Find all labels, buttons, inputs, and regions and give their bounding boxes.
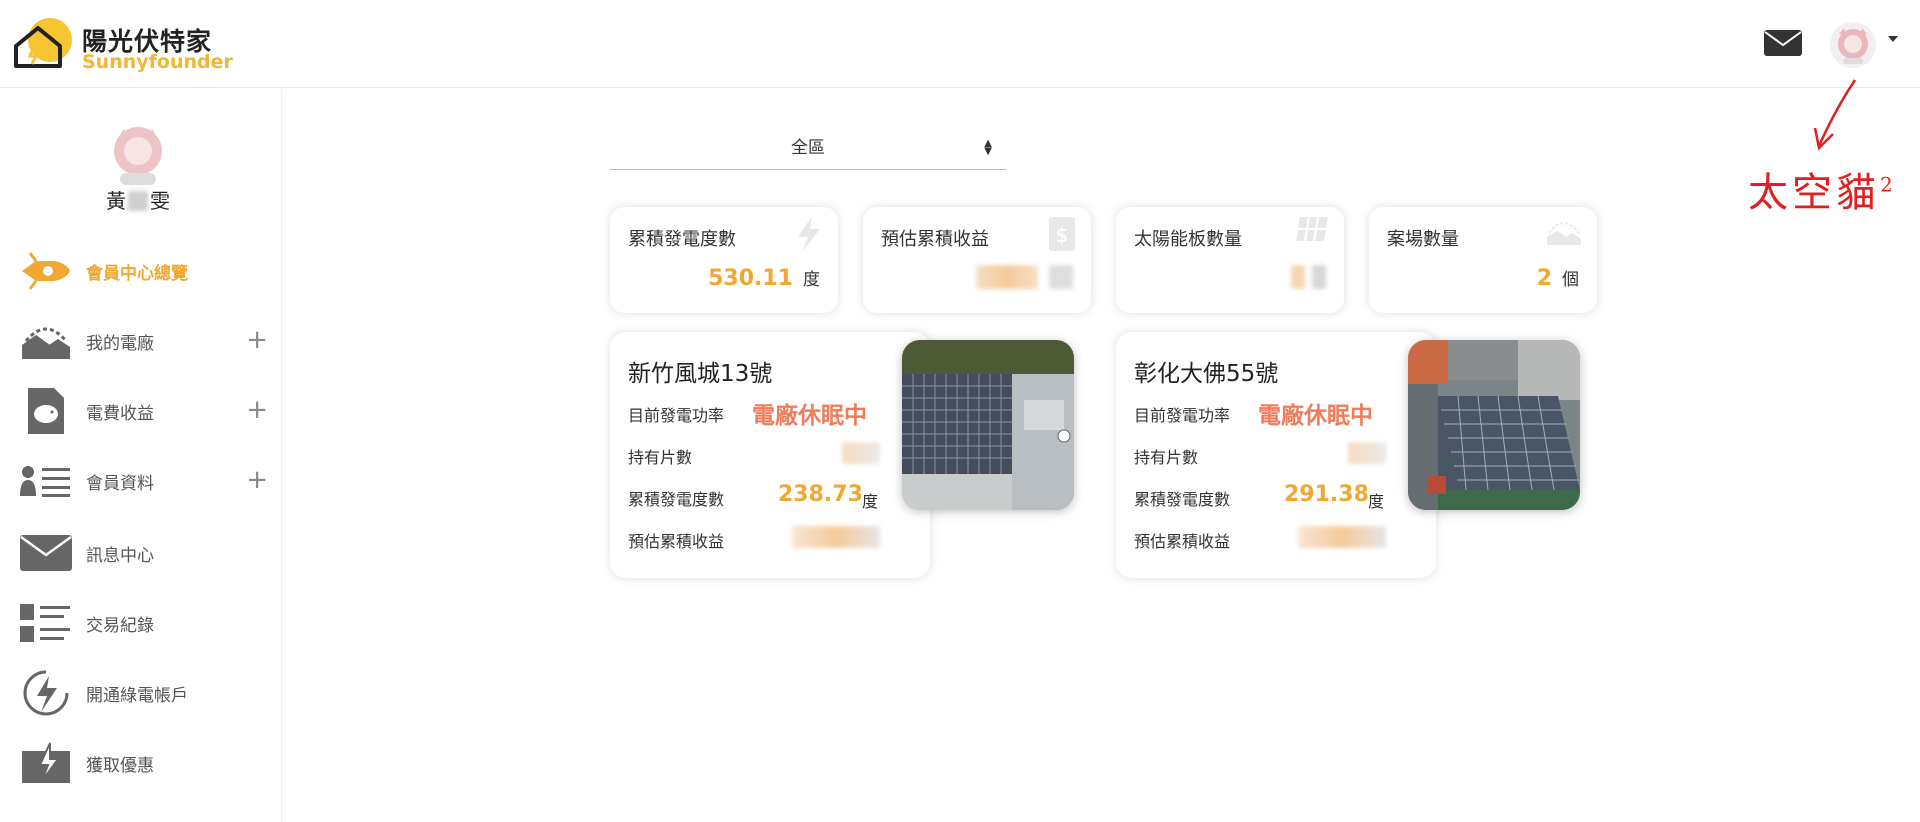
sidebar-item-label: 開通綠電帳戶 <box>86 685 188 706</box>
plant-photo-hsinchu <box>902 340 1074 510</box>
plant-status: 電廠休眠中 <box>752 403 867 429</box>
energy-label: 累積發電度數 <box>628 490 725 509</box>
lightning-icon <box>798 216 820 252</box>
solar-house-icon <box>18 313 74 369</box>
stat-card-revenue: 預估累積收益 $ <box>863 207 1091 313</box>
stat-value-hidden <box>975 265 1073 294</box>
site-icon <box>1547 222 1581 245</box>
sidebar-item-label: 電費收益 <box>86 403 154 424</box>
sidebar-item-revenue[interactable]: 電費收益 + <box>18 381 276 441</box>
sidebar-item-green-power[interactable]: 開通綠電帳戶 <box>18 663 276 723</box>
stat-title: 累積發電度數 <box>628 229 736 250</box>
app-subtitle: Sunnyfounder <box>82 51 233 73</box>
sidebar-item-transactions[interactable]: 交易紀錄 <box>18 593 276 653</box>
sidebar: 黃雯 會員中心總覽 我的電廠 + 電費收益 + 會員資料 + 訊息中心 交易紀錄… <box>0 89 282 822</box>
sidebar-item-label: 交易紀錄 <box>86 615 154 636</box>
stat-title: 預估累積收益 <box>881 229 989 250</box>
expand-plus-icon[interactable]: + <box>246 467 268 493</box>
sidebar-item-label: 會員中心總覽 <box>86 263 188 284</box>
power-label: 目前發電功率 <box>1134 406 1231 425</box>
transaction-list-icon <box>18 595 74 651</box>
stat-value: 2個 <box>1536 266 1579 291</box>
user-avatar[interactable] <box>1830 22 1876 68</box>
plant-card-hsinchu[interactable]: 新竹風城13號 目前發電功率 電廠休眠中 持有片數 累積發電度數 238.73 … <box>610 332 930 578</box>
top-bar: 陽光伏特家 Sunnyfounder <box>0 0 1920 88</box>
svg-text:$: $ <box>1056 223 1069 247</box>
revenue-value-hidden <box>1298 526 1386 548</box>
coupon-icon <box>18 735 74 791</box>
expand-plus-icon[interactable]: + <box>246 327 268 353</box>
sidebar-item-label: 訊息中心 <box>86 545 154 566</box>
sidebar-item-label: 我的電廠 <box>86 333 154 354</box>
annotation-text: 太空貓2 <box>1748 170 1897 216</box>
panels-label: 持有片數 <box>628 448 693 467</box>
panels-value-hidden <box>842 442 880 464</box>
plant-status: 電廠休眠中 <box>1258 403 1373 429</box>
revenue-label: 預估累積收益 <box>628 532 725 551</box>
region-select[interactable]: 全區 ▲ ▼ <box>610 130 1006 170</box>
plant-name: 彰化大佛55號 <box>1134 361 1279 387</box>
power-label: 目前發電功率 <box>628 406 725 425</box>
sidebar-item-member-info[interactable]: 會員資料 + <box>18 451 276 511</box>
stat-title: 太陽能板數量 <box>1134 229 1242 250</box>
stat-card-panels: 太陽能板數量 <box>1116 207 1344 313</box>
sidebar-item-messages[interactable]: 訊息中心 <box>18 523 276 583</box>
energy-value: 291.38 <box>1284 482 1369 507</box>
energy-label: 累積發電度數 <box>1134 490 1231 509</box>
mail-icon <box>18 525 74 581</box>
solar-panel-icon <box>1296 216 1328 242</box>
brand-logo[interactable]: 陽光伏特家 Sunnyfounder <box>12 16 233 73</box>
select-sort-icon: ▲ ▼ <box>984 138 992 157</box>
sidebar-item-label: 會員資料 <box>86 473 154 494</box>
house-sun-logo-icon <box>14 18 72 68</box>
stat-card-sites: 案場數量 2個 <box>1369 207 1597 313</box>
sidebar-username: 黃雯 <box>106 189 170 213</box>
rocket-icon <box>18 243 74 299</box>
revenue-label: 預估累積收益 <box>1134 532 1231 551</box>
plant-photo-changhua <box>1408 340 1580 510</box>
revenue-value-hidden <box>792 526 880 548</box>
expand-plus-icon[interactable]: + <box>246 397 268 423</box>
mail-icon[interactable] <box>1764 30 1802 56</box>
stat-card-energy: 累積發電度數 530.11 度 <box>610 207 838 313</box>
energy-unit: 度 <box>1368 492 1385 511</box>
member-list-icon <box>18 453 74 509</box>
sidebar-avatar <box>114 127 162 185</box>
user-menu-caret-icon[interactable] <box>1888 36 1898 42</box>
annotation-arrow-icon <box>1813 79 1857 151</box>
panels-label: 持有片數 <box>1134 448 1199 467</box>
plant-card-changhua[interactable]: 彰化大佛55號 目前發電功率 電廠休眠中 持有片數 累積發電度數 291.38 … <box>1116 332 1436 578</box>
sidebar-item-overview[interactable]: 會員中心總覽 <box>18 241 276 301</box>
energy-value: 238.73 <box>778 482 863 507</box>
plant-name: 新竹風城13號 <box>628 361 773 387</box>
sidebar-item-label: 獲取優惠 <box>86 755 154 776</box>
stat-value-hidden <box>1290 265 1326 294</box>
energy-unit: 度 <box>862 492 879 511</box>
piggy-bank-icon <box>18 383 74 439</box>
panels-value-hidden <box>1348 442 1386 464</box>
sidebar-item-offers[interactable]: 獲取優惠 <box>18 733 276 793</box>
green-power-icon <box>18 665 74 721</box>
sidebar-item-my-plants[interactable]: 我的電廠 + <box>18 311 276 371</box>
dollar-icon: $ <box>1049 217 1075 251</box>
stat-title: 案場數量 <box>1387 229 1459 250</box>
stat-value: 530.11 度 <box>708 266 820 291</box>
